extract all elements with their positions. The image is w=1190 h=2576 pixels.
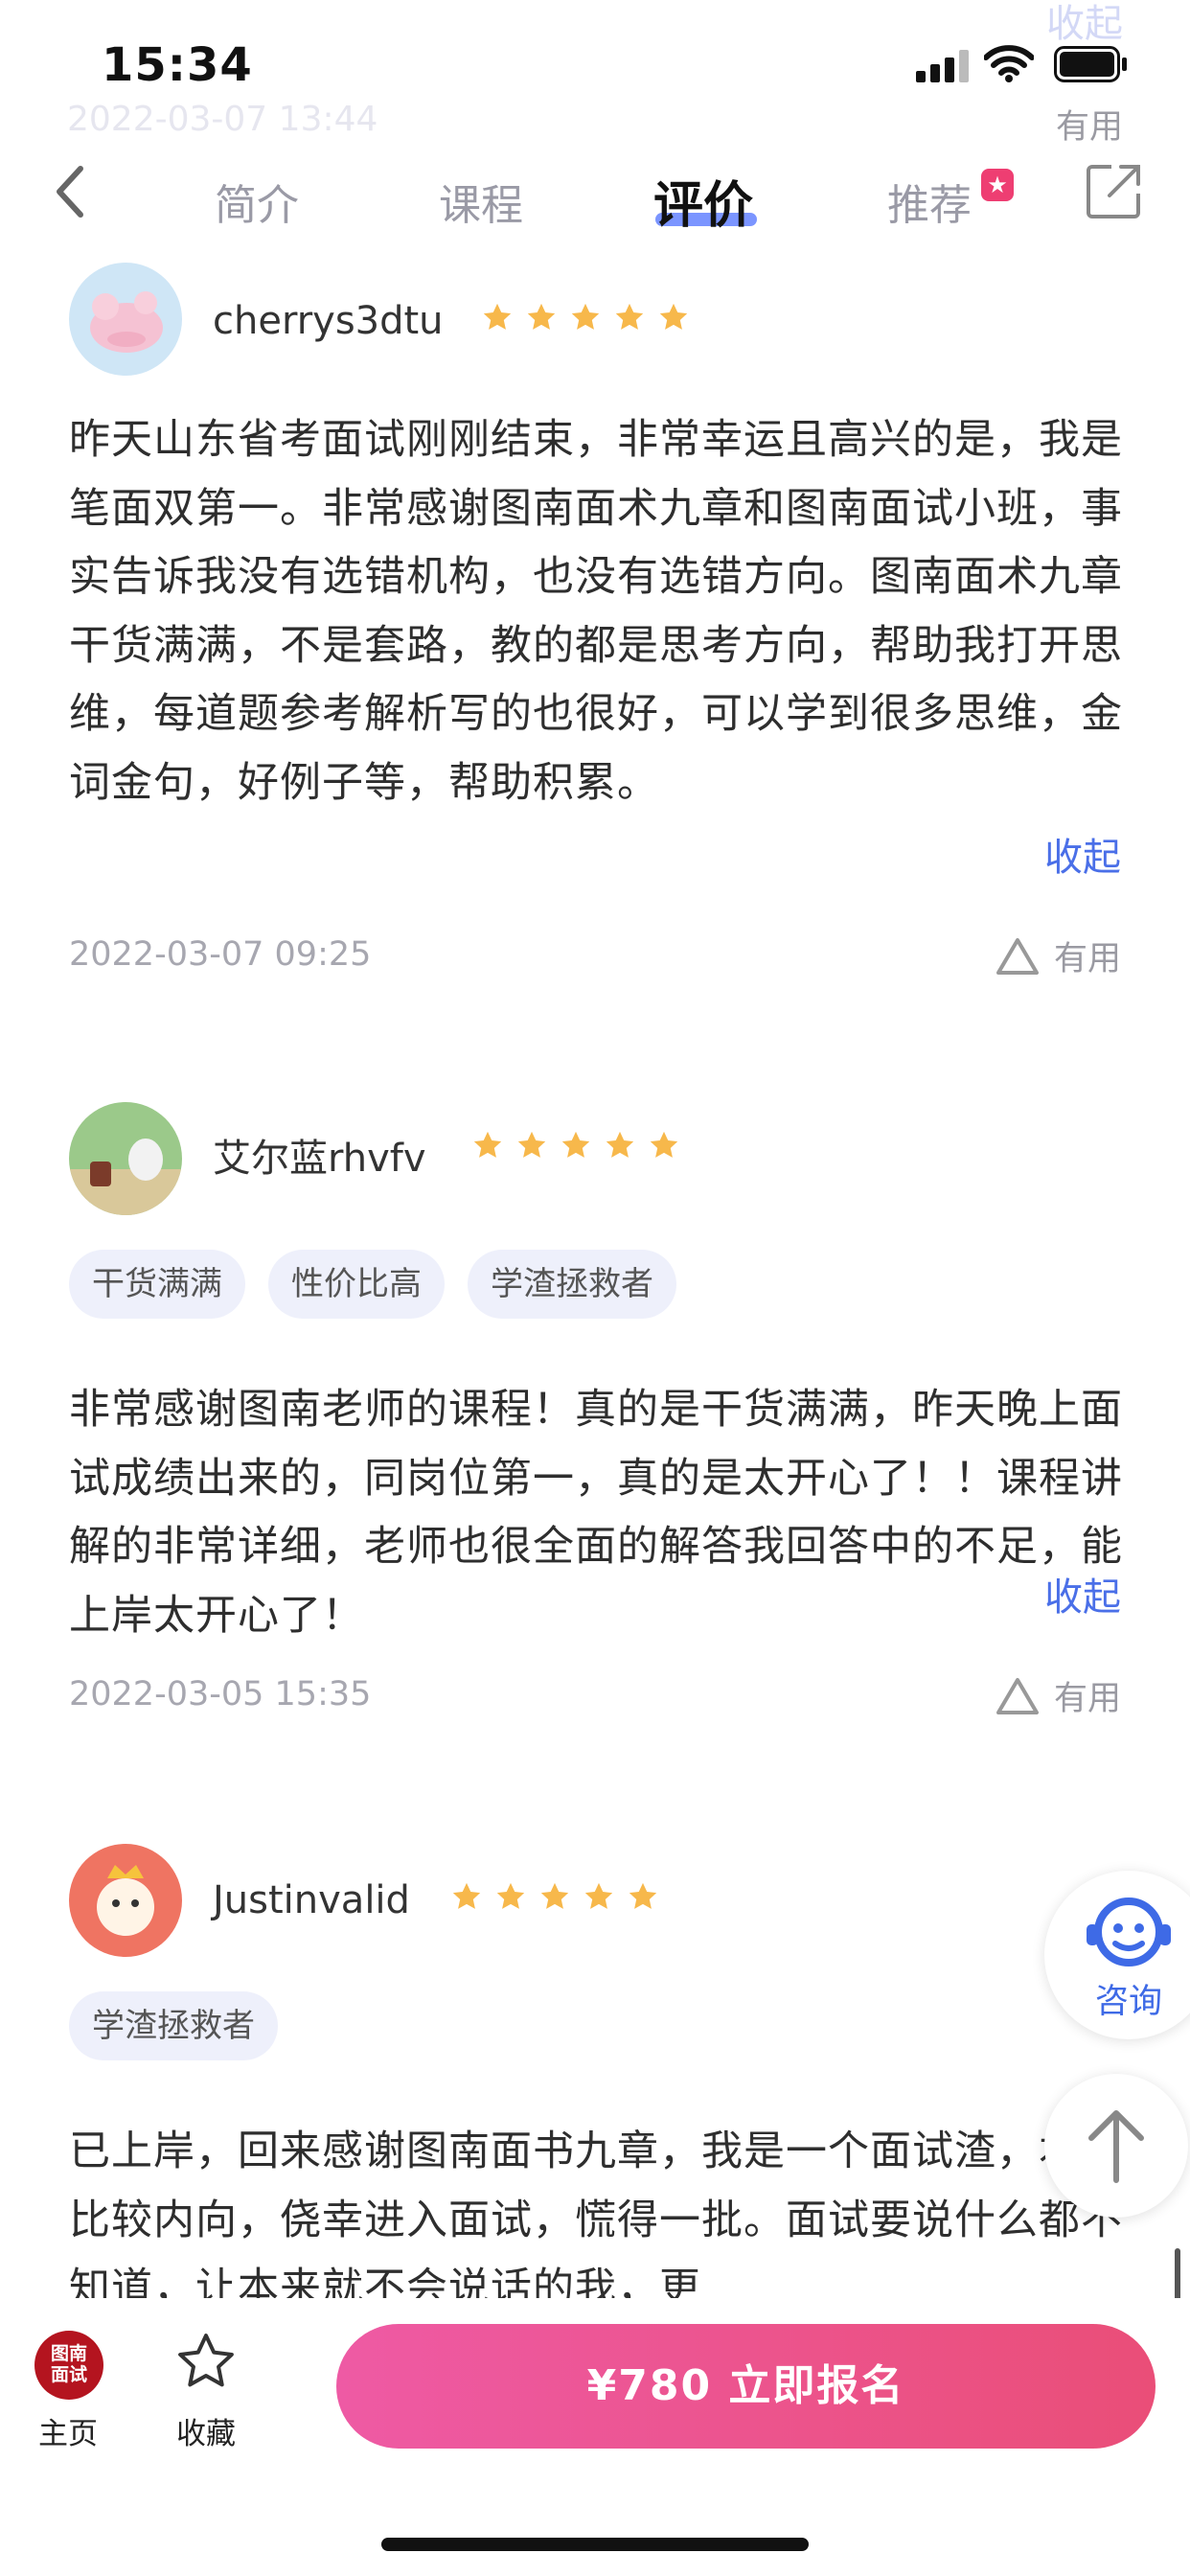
home-logo-line2: 面试	[50, 2364, 87, 2385]
triangle-icon	[995, 1677, 1039, 1714]
star-icon	[483, 303, 512, 330]
consult-label: 咨询	[1094, 1983, 1162, 2021]
customer-service-icon	[1087, 1898, 1171, 1966]
bottom-bar: 图南 面试 主页 收藏 ¥780 立即报名	[0, 2298, 1190, 2576]
tab-intro[interactable]: 简介	[215, 171, 299, 232]
star-icon	[561, 1131, 590, 1158]
review-date: 2022-03-07 09:25	[69, 935, 372, 974]
star-icon	[606, 1131, 634, 1158]
review-username: Justinvalid	[213, 1878, 410, 1922]
tab-recommend[interactable]: 推荐	[887, 171, 972, 232]
star-icon	[540, 1882, 569, 1909]
home-indicator	[381, 2538, 809, 2551]
favorite-label[interactable]: 收藏	[176, 2409, 236, 2452]
useful-label: 有用	[1053, 1680, 1121, 1718]
review-text: 昨天山东省考面试刚刚结束，非常幸运且高兴的是，我是笔面双第一。非常感谢图南面术九…	[69, 416, 1123, 807]
review-date: 2022-03-05 15:35	[69, 1675, 372, 1714]
avatar	[69, 263, 182, 376]
review-username: 艾尔蓝rhvfv	[213, 1137, 426, 1181]
star-icon	[496, 1882, 525, 1909]
review-tag: 学渣拯救者	[69, 1991, 278, 2060]
rating-stars	[450, 1880, 659, 1913]
nav-bar: 简介 课程 评价 推荐 ★	[0, 144, 1190, 257]
enroll-button[interactable]: ¥780 立即报名	[336, 2324, 1156, 2449]
star-icon	[452, 1882, 481, 1909]
star-icon	[473, 1131, 502, 1158]
avatar	[69, 1102, 182, 1215]
status-bar: 15:34	[0, 0, 1190, 144]
star-icon	[527, 303, 556, 330]
back-arrow-icon[interactable]	[50, 161, 92, 222]
arrow-up-icon	[1088, 2110, 1144, 2183]
triangle-icon	[995, 937, 1039, 975]
share-icon[interactable]	[1085, 161, 1144, 220]
review-tags: 学渣拯救者	[69, 1991, 278, 2060]
review-text: 非常感谢图南老师的课程！真的是干货满满，昨天晚上面试成绩出来的，同岗位第一，真的…	[69, 1386, 1123, 1640]
home-label[interactable]: 主页	[38, 2409, 98, 2452]
recommend-badge: ★	[981, 169, 1014, 201]
rating-stars	[471, 1129, 680, 1162]
rating-stars	[481, 301, 690, 334]
review-tag: 性价比高	[268, 1250, 445, 1319]
star-outline-icon[interactable]	[173, 2329, 239, 2394]
useful-button[interactable]: 有用	[995, 932, 1121, 980]
home-logo-line1: 图南	[50, 2343, 87, 2364]
useful-button[interactable]: 有用	[995, 1671, 1121, 1720]
review-tag: 学渣拯救者	[468, 1250, 676, 1319]
review-tag: 干货满满	[69, 1250, 245, 1319]
star-icon	[517, 1131, 546, 1158]
review-username: cherrys3dtu	[213, 299, 444, 343]
useful-label: 有用	[1053, 940, 1121, 978]
review-list: cherrys3dtu 昨天山东省考面试刚刚结束，非常幸运且高兴的是，我是笔面双…	[27, 257, 1163, 2298]
avatar	[69, 1844, 182, 1957]
home-logo[interactable]: 图南 面试	[34, 2331, 103, 2400]
tab-reviews[interactable]: 评价	[653, 165, 753, 237]
tab-course[interactable]: 课程	[439, 171, 523, 232]
star-icon	[659, 303, 688, 330]
star-icon	[650, 1131, 678, 1158]
review-tags: 干货满满 性价比高 学渣拯救者	[69, 1250, 676, 1319]
star-icon	[571, 303, 600, 330]
battery-icon	[1054, 46, 1127, 82]
cellular-signal-icon	[916, 50, 969, 82]
status-time: 15:34	[102, 38, 253, 92]
collapse-link[interactable]: 收起	[1044, 1566, 1121, 1622]
star-icon	[615, 303, 644, 330]
star-icon	[629, 1882, 657, 1909]
review-text: 已上岸，回来感谢图南面书九章，我是一个面试渣，本人比较内向，侥幸进入面试，慌得一…	[69, 2128, 1123, 2298]
star-icon	[584, 1882, 613, 1909]
collapse-link[interactable]: 收起	[1044, 826, 1121, 882]
back-to-top-button[interactable]	[1044, 2074, 1188, 2218]
wifi-icon	[984, 45, 1034, 82]
